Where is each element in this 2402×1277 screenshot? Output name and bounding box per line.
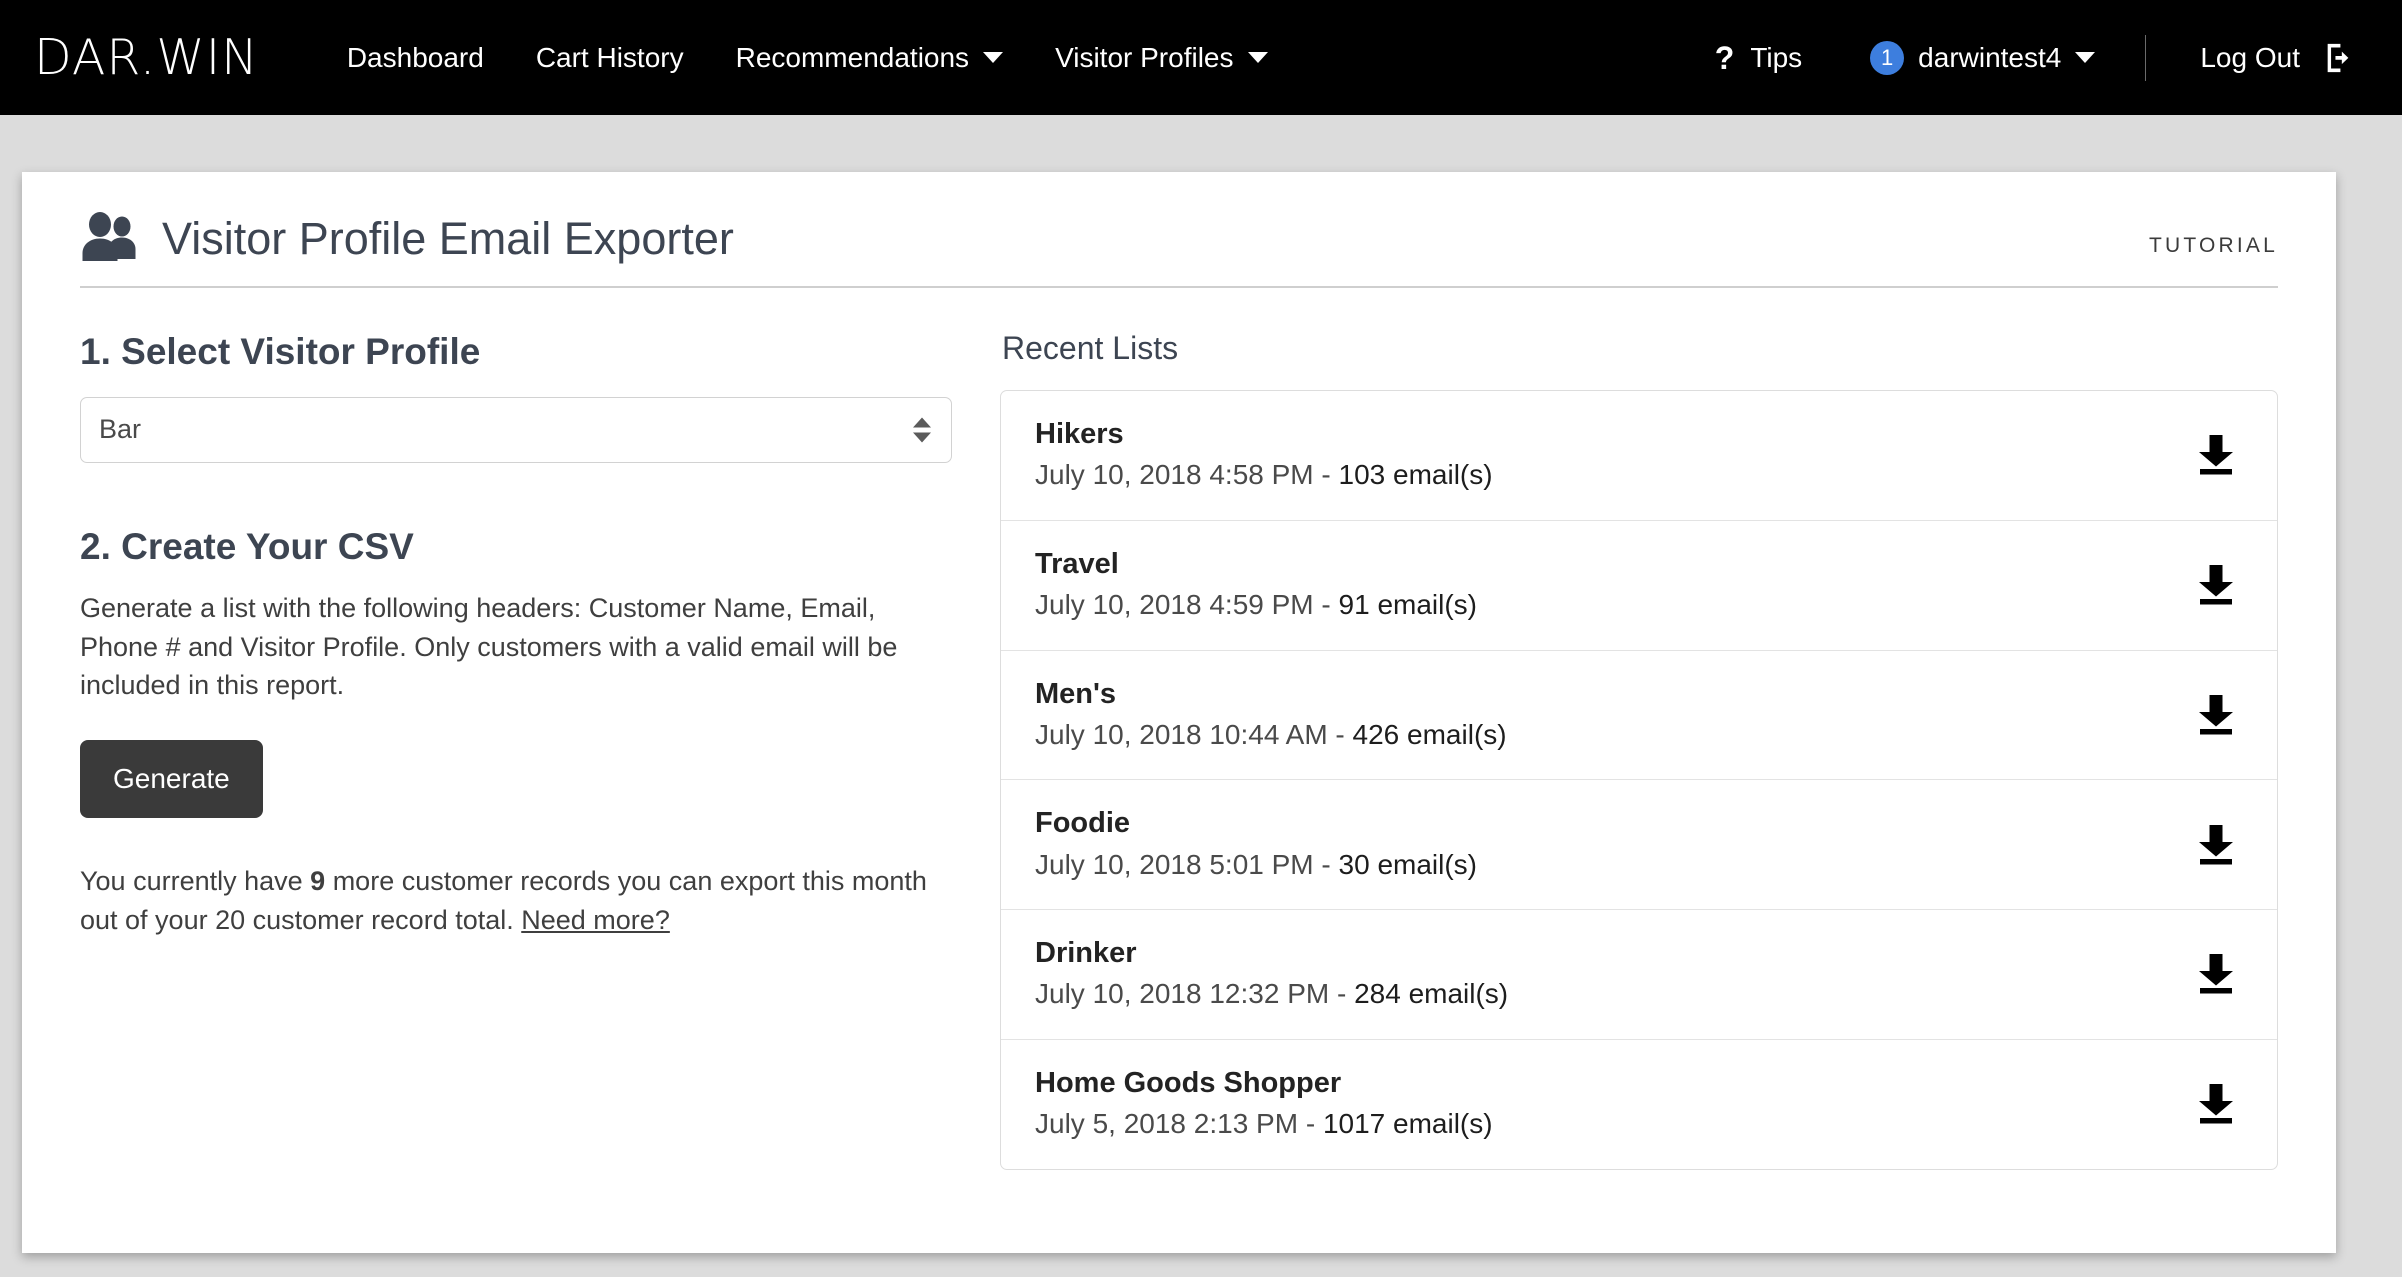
nav-item-label: Visitor Profiles — [1055, 41, 1234, 73]
question-mark-icon: ? — [1714, 39, 1735, 76]
list-item-meta: July 5, 2018 2:13 PM - 1017 email(s) — [1035, 1106, 2175, 1142]
list-item-meta: July 10, 2018 5:01 PM - 30 email(s) — [1035, 847, 2175, 883]
create-csv-heading: 2. Create Your CSV — [80, 525, 414, 567]
username-label: darwintest4 — [1918, 41, 2062, 73]
list-item-count: 103 email(s) — [1338, 459, 1493, 491]
brand-logo[interactable]: DAR.WIN — [34, 33, 259, 82]
nav-divider — [2145, 34, 2147, 81]
quota-remaining: 9 — [310, 866, 326, 897]
list-item-name: Hikers — [1035, 418, 1124, 450]
need-more-link[interactable]: Need more? — [521, 905, 670, 935]
card-columns: 1. Select Visitor Profile Bar 2. Create … — [80, 288, 2278, 1170]
list-item-name: Home Goods Shopper — [1035, 1066, 1342, 1099]
list-item-count: 91 email(s) — [1338, 589, 1477, 621]
list-item-name: Drinker — [1035, 937, 1137, 970]
nav-item-label: Dashboard — [346, 41, 484, 73]
quota-total: 20 — [215, 904, 246, 935]
list-item-name: Men's — [1035, 677, 1117, 710]
page-title-group: Visitor Profile Email Exporter — [80, 212, 734, 264]
left-column: 1. Select Visitor Profile Bar 2. Create … — [80, 331, 952, 1170]
download-icon[interactable] — [2195, 823, 2237, 867]
list-item-meta: July 10, 2018 4:58 PM - 103 email(s) — [1035, 457, 2175, 493]
list-item[interactable]: Foodie July 10, 2018 5:01 PM - 30 email(… — [1001, 780, 2277, 911]
secondary-nav: ? Tips 1 darwintest4 Log Out — [1687, 34, 2366, 81]
quota-suffix: customer record total. — [245, 904, 522, 935]
top-navbar: DAR.WIN Dashboard Cart History Recommend… — [0, 0, 2402, 115]
list-item-count: 426 email(s) — [1352, 718, 1507, 750]
list-item[interactable]: Hikers July 10, 2018 4:58 PM - 103 email… — [1001, 391, 2277, 521]
list-item-date: July 10, 2018 4:58 PM - — [1035, 459, 1339, 491]
page-title: Visitor Profile Email Exporter — [162, 212, 734, 264]
list-item-meta: July 10, 2018 4:59 PM - 91 email(s) — [1035, 587, 2175, 623]
quota-text: You currently have 9 more customer recor… — [80, 862, 952, 939]
main-card: Visitor Profile Email Exporter TUTORIAL … — [22, 172, 2336, 1253]
tips-button[interactable]: ? Tips — [1687, 42, 1830, 74]
list-item-count: 30 email(s) — [1338, 848, 1477, 880]
list-item-text: Travel July 10, 2018 4:59 PM - 91 email(… — [1035, 547, 2175, 624]
nav-item-recommendations[interactable]: Recommendations — [710, 42, 1029, 74]
logout-label: Log Out — [2200, 41, 2300, 73]
logout-button[interactable]: Log Out — [2162, 41, 2366, 75]
list-item-meta: July 10, 2018 10:44 AM - 426 email(s) — [1035, 717, 2175, 753]
download-icon[interactable] — [2195, 693, 2237, 737]
chevron-down-icon — [2075, 52, 2096, 63]
users-icon — [82, 212, 136, 261]
quota-prefix: You currently have — [80, 866, 311, 897]
list-item-date: July 5, 2018 2:13 PM - — [1035, 1108, 1323, 1140]
list-item-name: Travel — [1035, 547, 1119, 580]
list-item-date: July 10, 2018 4:59 PM - — [1035, 589, 1339, 621]
primary-nav: Dashboard Cart History Recommendations V… — [321, 42, 1294, 74]
list-item[interactable]: Drinker July 10, 2018 12:32 PM - 284 ema… — [1001, 910, 2277, 1040]
tutorial-link[interactable]: TUTORIAL — [2149, 234, 2278, 264]
list-item[interactable]: Men's July 10, 2018 10:44 AM - 426 email… — [1001, 651, 2277, 781]
list-item-text: Home Goods Shopper July 5, 2018 2:13 PM … — [1035, 1066, 2175, 1143]
recent-lists-panel: Hikers July 10, 2018 4:58 PM - 103 email… — [1000, 390, 2278, 1170]
nav-item-cart-history[interactable]: Cart History — [510, 42, 710, 74]
list-item-name: Foodie — [1035, 807, 1131, 840]
visitor-profile-select[interactable]: Bar — [80, 396, 952, 463]
download-icon[interactable] — [2195, 1082, 2237, 1126]
list-item[interactable]: Home Goods Shopper July 5, 2018 2:13 PM … — [1001, 1040, 2277, 1169]
generate-button[interactable]: Generate — [80, 740, 263, 819]
select-profile-heading: 1. Select Visitor Profile — [80, 331, 481, 372]
create-csv-description: Generate a list with the following heade… — [80, 593, 898, 701]
list-item-text: Hikers July 10, 2018 4:58 PM - 103 email… — [1035, 417, 2175, 494]
nav-item-dashboard[interactable]: Dashboard — [321, 42, 510, 74]
card-header: Visitor Profile Email Exporter TUTORIAL — [80, 212, 2278, 288]
tips-label: Tips — [1750, 41, 1803, 73]
user-menu[interactable]: 1 darwintest4 — [1830, 40, 2129, 75]
visitor-profile-selected-value: Bar — [99, 414, 142, 445]
recent-lists-heading: Recent Lists — [1002, 330, 1179, 366]
nav-item-label: Recommendations — [735, 41, 970, 73]
list-item-count: 284 email(s) — [1354, 978, 1509, 1010]
list-item-date: July 10, 2018 10:44 AM - — [1035, 718, 1353, 750]
chevron-down-icon — [1247, 52, 1268, 63]
nav-item-visitor-profiles[interactable]: Visitor Profiles — [1029, 42, 1293, 74]
list-item-meta: July 10, 2018 12:32 PM - 284 email(s) — [1035, 976, 2175, 1012]
download-icon[interactable] — [2195, 563, 2237, 607]
right-column: Recent Lists Hikers July 10, 2018 4:58 P… — [1000, 332, 2278, 1170]
list-item-date: July 10, 2018 12:32 PM - — [1035, 978, 1355, 1010]
list-item-count: 1017 email(s) — [1322, 1108, 1493, 1140]
chevron-down-icon — [983, 52, 1004, 63]
list-item[interactable]: Travel July 10, 2018 4:59 PM - 91 email(… — [1001, 521, 2277, 651]
download-icon[interactable] — [2195, 433, 2237, 477]
page-body: Visitor Profile Email Exporter TUTORIAL … — [0, 115, 2402, 1277]
list-item-text: Drinker July 10, 2018 12:32 PM - 284 ema… — [1035, 936, 2175, 1013]
download-icon[interactable] — [2195, 952, 2237, 996]
list-item-date: July 10, 2018 5:01 PM - — [1035, 848, 1339, 880]
list-item-text: Men's July 10, 2018 10:44 AM - 426 email… — [1035, 677, 2175, 754]
logout-icon — [2327, 43, 2349, 72]
up-down-arrows-icon — [913, 417, 931, 443]
notification-badge: 1 — [1870, 40, 1905, 75]
create-csv-section: 2. Create Your CSV Generate a list with … — [80, 525, 952, 939]
nav-item-label: Cart History — [535, 41, 684, 73]
list-item-text: Foodie July 10, 2018 5:01 PM - 30 email(… — [1035, 806, 2175, 883]
